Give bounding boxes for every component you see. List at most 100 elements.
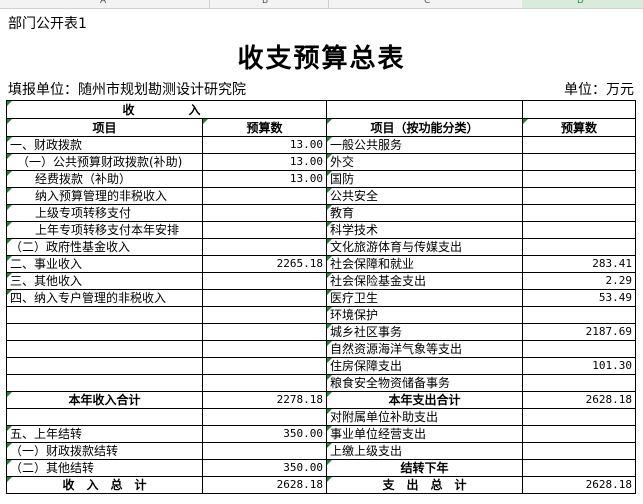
expense-total-value[interactable]: 2628.18	[522, 476, 636, 494]
expense-value[interactable]	[522, 374, 636, 392]
expense-value[interactable]	[522, 170, 636, 188]
income-item[interactable]: 上级专项转移支付	[6, 204, 203, 222]
income-item[interactable]	[6, 408, 203, 426]
income-value[interactable]	[202, 408, 327, 426]
expense-value[interactable]: 2187.69	[522, 323, 636, 341]
header-budget[interactable]: 预算数	[202, 118, 327, 137]
expense-item[interactable]: 国防	[326, 170, 523, 188]
income-value[interactable]: 2265.18	[202, 255, 327, 273]
income-item[interactable]: 上年专项转移支付本年安排	[6, 221, 203, 239]
expense-value[interactable]	[522, 442, 636, 460]
income-total-label[interactable]: 收 入 总 计	[6, 476, 203, 494]
header-budget-expense[interactable]: 预算数	[522, 118, 636, 137]
expense-item[interactable]: 事业单位经营支出	[326, 425, 523, 443]
income-item[interactable]	[6, 306, 203, 324]
income-value[interactable]	[202, 374, 327, 392]
income-item[interactable]: 三、其他收入	[6, 272, 203, 290]
expense-value[interactable]	[522, 459, 636, 477]
expense-value[interactable]	[522, 408, 636, 426]
expense-value[interactable]	[522, 221, 636, 239]
expense-item[interactable]: 社会保障和就业	[326, 255, 523, 273]
income-item[interactable]	[6, 323, 203, 341]
expense-item[interactable]: 粮食安全物资储备事务	[326, 374, 523, 392]
income-value[interactable]: 350.00	[202, 425, 327, 443]
expense-value[interactable]: 53.49	[522, 289, 636, 307]
table-cell[interactable]	[522, 100, 636, 119]
income-value[interactable]	[202, 340, 327, 358]
income-value[interactable]	[202, 204, 327, 222]
expense-value[interactable]	[522, 153, 636, 171]
income-value[interactable]	[202, 187, 327, 205]
income-value[interactable]	[202, 272, 327, 290]
expense-item[interactable]: 对附属单位补助支出	[326, 408, 523, 426]
expense-item[interactable]: 住房保障支出	[326, 357, 523, 375]
expense-item[interactable]: 文化旅游体育与传媒支出	[326, 238, 523, 256]
table-row: 经费拨款（补助） 13.00 国防	[6, 170, 636, 188]
income-item[interactable]: （二）政府性基金收入	[6, 238, 203, 256]
expense-value[interactable]	[522, 136, 636, 154]
header-item[interactable]: 项目	[6, 118, 203, 137]
expense-item[interactable]: 外交	[326, 153, 523, 171]
income-section-header[interactable]: 收 入	[6, 100, 327, 119]
income-value[interactable]	[202, 357, 327, 375]
income-item[interactable]: 经费拨款（补助）	[6, 170, 203, 188]
expense-item[interactable]: 社会保险基金支出	[326, 272, 523, 290]
income-item[interactable]: （一）财政拨款结转	[6, 442, 203, 460]
column-divider[interactable]	[209, 0, 210, 8]
income-value[interactable]	[202, 221, 327, 239]
column-header-c[interactable]: C	[424, 0, 430, 6]
income-value[interactable]	[202, 323, 327, 341]
income-item[interactable]: （二）其他结转	[6, 459, 203, 477]
expense-item[interactable]: 城乡社区事务	[326, 323, 523, 341]
expense-value[interactable]	[522, 204, 636, 222]
column-divider[interactable]	[328, 0, 329, 8]
carry-forward-label[interactable]: 结转下年	[326, 459, 523, 477]
expense-item[interactable]: 一般公共服务	[326, 136, 523, 154]
expense-value[interactable]	[522, 187, 636, 205]
income-value[interactable]: 13.00	[202, 153, 327, 171]
expense-value[interactable]	[522, 306, 636, 324]
expense-value[interactable]: 2.29	[522, 272, 636, 290]
income-item[interactable]: （一）公共预算财政拨款(补助)	[6, 153, 203, 171]
income-value[interactable]	[202, 289, 327, 307]
income-value[interactable]: 350.00	[202, 459, 327, 477]
column-header-d[interactable]: D	[577, 0, 584, 6]
table-row: 纳入预算管理的非税收入 公共安全	[6, 187, 636, 205]
income-item[interactable]	[6, 340, 203, 358]
header-item-function[interactable]: 项目（按功能分类）	[326, 118, 523, 137]
income-item[interactable]	[6, 357, 203, 375]
income-value[interactable]	[202, 442, 327, 460]
table-cell[interactable]	[326, 100, 523, 119]
income-value[interactable]	[202, 306, 327, 324]
expense-value[interactable]: 283.41	[522, 255, 636, 273]
expense-item[interactable]: 医疗卫生	[326, 289, 523, 307]
income-total-value[interactable]: 2628.18	[202, 476, 327, 494]
income-subtotal-value[interactable]: 2278.18	[202, 391, 327, 409]
expense-item[interactable]: 上缴上级支出	[326, 442, 523, 460]
income-item[interactable]: 五、上年结转	[6, 425, 203, 443]
expense-value[interactable]	[522, 425, 636, 443]
income-item[interactable]: 一、财政拨款	[6, 136, 203, 154]
expense-total-label[interactable]: 支 出 总 计	[326, 476, 523, 494]
income-subtotal-label[interactable]: 本年收入合计	[6, 391, 203, 409]
expense-subtotal-value[interactable]: 2628.18	[522, 391, 636, 409]
income-value[interactable]: 13.00	[202, 136, 327, 154]
expense-item[interactable]: 公共安全	[326, 187, 523, 205]
expense-value[interactable]	[522, 238, 636, 256]
income-item[interactable]	[6, 374, 203, 392]
expense-item[interactable]: 科学技术	[326, 221, 523, 239]
income-value[interactable]: 13.00	[202, 170, 327, 188]
expense-item[interactable]: 教育	[326, 204, 523, 222]
expense-item[interactable]: 环境保护	[326, 306, 523, 324]
expense-value[interactable]: 101.30	[522, 357, 636, 375]
expense-item[interactable]: 自然资源海洋气象等支出	[326, 340, 523, 358]
income-item[interactable]: 纳入预算管理的非税收入	[6, 187, 203, 205]
expense-value[interactable]	[522, 340, 636, 358]
column-header-b[interactable]: B	[262, 0, 268, 6]
column-header-a[interactable]: A	[100, 0, 106, 6]
expense-subtotal-label[interactable]: 本年支出合计	[326, 391, 523, 409]
income-item[interactable]: 二、事业收入	[6, 255, 203, 273]
income-value[interactable]	[202, 238, 327, 256]
table-row: 收 入 总 计 2628.18 支 出 总 计 2628.18	[6, 476, 636, 494]
income-item[interactable]: 四、纳入专户管理的非税收入	[6, 289, 203, 307]
